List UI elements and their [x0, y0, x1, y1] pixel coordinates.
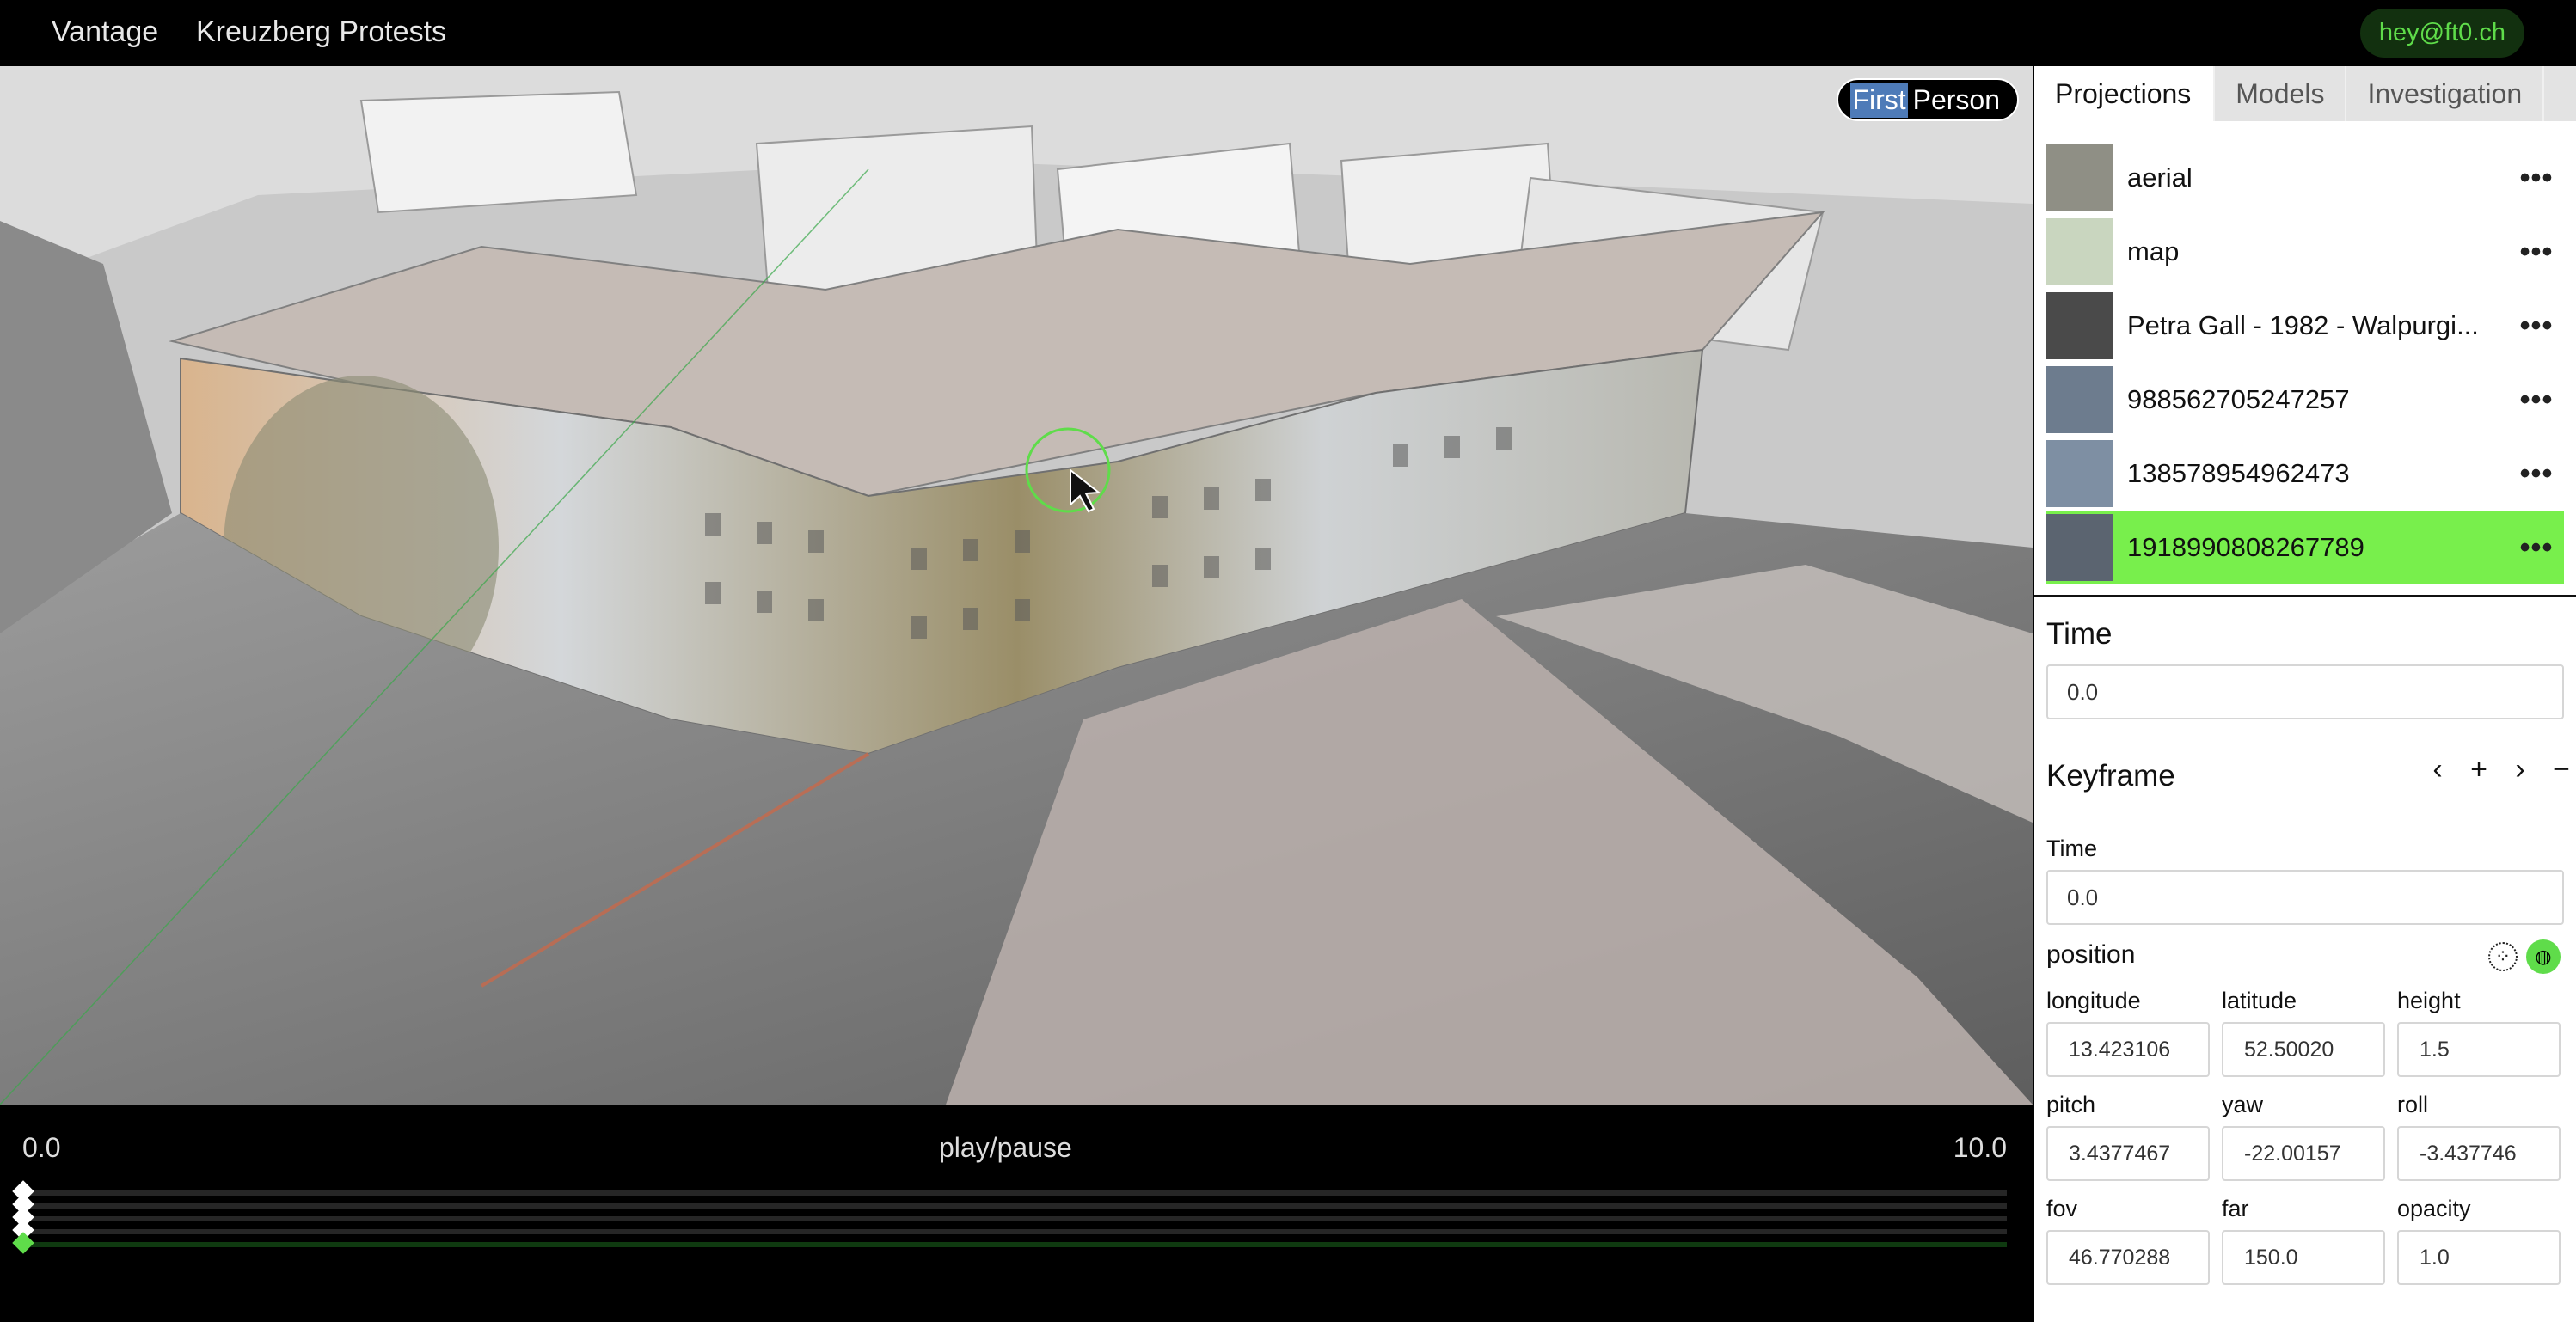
timeline-start: 0.0	[22, 1132, 61, 1163]
remove-icon[interactable]: −	[2552, 753, 2571, 786]
track-row[interactable]	[12, 1193, 2007, 1215]
longitude-input[interactable]: 13.423106	[2046, 1022, 2210, 1077]
roll-label: roll	[2397, 1092, 2429, 1117]
far-input[interactable]: 150.0	[2222, 1230, 2385, 1285]
app-name[interactable]: Vantage	[52, 15, 158, 49]
tab-bar: Projections Models Investigation	[2034, 66, 2576, 121]
time-input[interactable]: 0.0	[2046, 664, 2564, 719]
play-pause-button[interactable]: play/pause	[939, 1132, 1072, 1164]
scene-render	[0, 66, 2033, 1105]
mode-person[interactable]: Person	[1908, 83, 2005, 118]
list-item[interactable]: Petra Gall - 1982 - Walpurgi... •••	[2046, 289, 2564, 363]
position-label: position	[2046, 940, 2136, 969]
fov-label: fov	[2046, 1196, 2078, 1221]
top-bar: Vantage Kreuzberg Protests hey@ft0.ch	[0, 0, 2576, 66]
projection-label: 1918990808267789	[2127, 532, 2364, 562]
latitude-input[interactable]: 52.50020	[2222, 1022, 2385, 1077]
thumbnail	[2046, 366, 2113, 433]
keyframe-time-input[interactable]: 0.0	[2046, 870, 2564, 925]
more-icon[interactable]: •••	[2509, 457, 2564, 491]
list-item-selected[interactable]: 1918990808267789 •••	[2046, 511, 2564, 584]
projection-label: 988562705247257	[2127, 384, 2350, 414]
tab-models[interactable]: Models	[2215, 66, 2347, 121]
more-icon[interactable]: •••	[2509, 531, 2564, 565]
thumbnail	[2046, 514, 2113, 581]
keyframe-marker[interactable]	[12, 1232, 34, 1254]
project-title[interactable]: Kreuzberg Protests	[196, 15, 446, 49]
chevron-left-icon[interactable]: ‹	[2428, 753, 2447, 786]
height-input[interactable]: 1.5	[2397, 1022, 2561, 1077]
add-icon[interactable]: +	[2469, 753, 2488, 786]
opacity-label: opacity	[2397, 1196, 2471, 1221]
projection-label: 138578954962473	[2127, 458, 2350, 488]
tab-projections[interactable]: Projections	[2034, 66, 2216, 121]
list-item[interactable]: aerial •••	[2046, 141, 2564, 215]
height-label: height	[2397, 988, 2461, 1013]
more-icon[interactable]: •••	[2509, 162, 2564, 195]
keyframe-controls: ‹ + › −	[2428, 753, 2571, 786]
side-panel: Projections Models Investigation aerial …	[2034, 66, 2576, 1322]
opacity-input[interactable]: 1.0	[2397, 1230, 2561, 1285]
latitude-label: latitude	[2222, 988, 2297, 1013]
projection-label: aerial	[2127, 162, 2193, 193]
thumbnail	[2046, 218, 2113, 285]
longitude-label: longitude	[2046, 988, 2141, 1013]
far-label: far	[2222, 1196, 2249, 1221]
yaw-label: yaw	[2222, 1092, 2264, 1117]
pitch-input[interactable]: 3.4377467	[2046, 1126, 2210, 1181]
globe-icon[interactable]: ◍	[2526, 939, 2561, 974]
mode-first[interactable]: First	[1850, 82, 1908, 118]
projection-list: aerial ••• map ••• Petra Gall - 1982 - W…	[2046, 141, 2564, 584]
keyframe-section-title: Keyframe	[2046, 759, 2175, 793]
keyframe-tracks[interactable]	[12, 1180, 2007, 1255]
roll-input[interactable]: -3.437746	[2397, 1126, 2561, 1181]
fov-input[interactable]: 46.770288	[2046, 1230, 2210, 1285]
thumbnail	[2046, 440, 2113, 507]
more-icon[interactable]: •••	[2509, 383, 2564, 417]
track-row[interactable]	[12, 1206, 2007, 1228]
target-icon[interactable]: ⁘	[2488, 942, 2518, 971]
pitch-label: pitch	[2046, 1092, 2096, 1117]
track-row[interactable]	[12, 1219, 2007, 1241]
chevron-right-icon[interactable]: ›	[2511, 753, 2530, 786]
track-row[interactable]	[12, 1180, 2007, 1203]
thumbnail	[2046, 292, 2113, 359]
projection-label: Petra Gall - 1982 - Walpurgi...	[2127, 310, 2479, 340]
position-icons: ⁘ ◍	[2488, 939, 2561, 974]
camera-mode-toggle[interactable]: First Person	[1837, 78, 2019, 121]
track-row-active[interactable]	[12, 1232, 2007, 1254]
divider	[2034, 595, 2576, 597]
yaw-input[interactable]: -22.00157	[2222, 1126, 2385, 1181]
list-item[interactable]: 138578954962473 •••	[2046, 437, 2564, 511]
more-icon[interactable]: •••	[2509, 236, 2564, 269]
time-section-title: Time	[2046, 617, 2113, 651]
timeline-end: 10.0	[1953, 1132, 2007, 1163]
user-badge[interactable]: hey@ft0.ch	[2359, 9, 2524, 58]
more-icon[interactable]: •••	[2509, 309, 2564, 343]
timeline[interactable]: 0.0 play/pause 10.0	[0, 1105, 2033, 1322]
list-item[interactable]: map •••	[2046, 215, 2564, 289]
thumbnail	[2046, 144, 2113, 211]
keyframe-time-label: Time	[2046, 835, 2097, 861]
projection-label: map	[2127, 236, 2180, 266]
tab-investigation[interactable]: Investigation	[2346, 66, 2545, 121]
3d-viewport[interactable]: First Person	[0, 66, 2033, 1105]
list-item[interactable]: 988562705247257 •••	[2046, 363, 2564, 437]
